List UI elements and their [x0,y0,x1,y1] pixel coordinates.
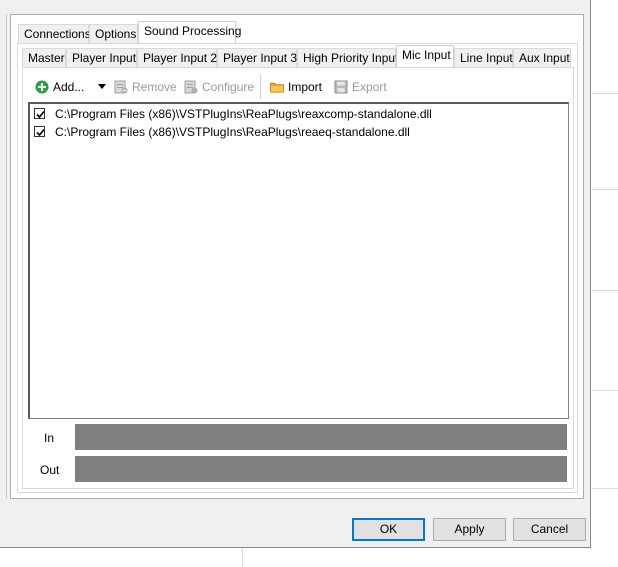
plugin-enabled-checkbox[interactable] [34,108,45,119]
cancel-button[interactable]: Cancel [513,518,586,541]
plus-circle-icon [35,80,49,94]
tab-label: Options [95,27,137,41]
plugin-path: C:\Program Files (x86)\VSTPlugIns\ReaPlu… [55,125,410,139]
out-meter-label: Out [40,463,60,477]
add-dropdown-button[interactable] [95,76,109,98]
folder-icon [270,82,284,93]
ok-button[interactable]: OK [352,518,425,541]
import-label: Import [288,80,323,94]
tab-label: Mic Input [402,48,451,62]
tab-master[interactable]: Master [22,48,66,67]
remove-plugin-icon [114,80,128,94]
toolbar-separator [260,75,261,99]
tab-label: Connections [24,27,91,41]
tab-line-input[interactable]: Line Input [454,48,513,67]
checkmark-icon [36,128,45,137]
plugin-enabled-checkbox[interactable] [34,126,45,137]
add-label: Add... [53,80,85,94]
configure-button[interactable]: Configure [183,76,255,98]
tab-label: Player Input [72,51,137,65]
dialog-left-edge [0,14,7,499]
chevron-down-icon [98,84,106,89]
apply-label: Apply [454,522,485,536]
checkmark-icon [36,110,45,119]
tab-player-input[interactable]: Player Input [66,48,137,67]
tab-label: Player Input 2 [143,51,218,65]
remove-label: Remove [132,80,177,94]
plugin-path: C:\Program Files (x86)\VSTPlugIns\ReaPlu… [55,107,432,121]
add-button[interactable]: Add... [34,76,94,98]
background-divider [592,390,618,391]
tab-label: Master [28,51,65,65]
background-divider [592,189,618,190]
configure-label: Configure [202,80,255,94]
settings-dialog: Connections Options Sound Processing Mas… [0,0,591,548]
export-button[interactable]: Export [333,76,389,98]
tab-high-priority-input[interactable]: High Priority Input [297,48,399,67]
remove-button[interactable]: Remove [113,76,177,98]
tab-label: Aux Input [519,51,570,65]
tab-label: Line Input [460,51,513,65]
tab-aux-input[interactable]: Aux Input [513,48,571,67]
tab-label: High Priority Input [303,51,399,65]
tab-label: Player Input 3 [223,51,298,65]
tab-options[interactable]: Options [89,24,138,43]
tab-connections[interactable]: Connections [18,24,91,43]
tab-player-input-3[interactable]: Player Input 3 [217,48,297,67]
background-divider [592,93,618,94]
cancel-label: Cancel [530,522,569,536]
plugin-list[interactable]: C:\Program Files (x86)\VSTPlugIns\ReaPlu… [28,102,569,419]
background-divider [592,488,618,489]
in-level-meter [75,424,567,450]
export-label: Export [352,80,387,94]
save-icon [334,80,348,94]
out-level-meter [75,456,567,482]
background-strip [0,548,618,567]
in-meter-label: In [44,431,55,445]
background-divider [592,290,618,291]
ok-label: OK [379,522,398,536]
import-button[interactable]: Import [269,76,325,98]
tab-label: Sound Processing [144,24,242,38]
tab-mic-input[interactable]: Mic Input [396,45,454,67]
background-window [592,0,618,567]
apply-button[interactable]: Apply [433,518,506,541]
configure-plugin-icon [184,80,198,94]
background-divider [242,548,243,567]
tab-sound-processing[interactable]: Sound Processing [138,21,241,43]
tab-player-input-2[interactable]: Player Input 2 [137,48,217,67]
